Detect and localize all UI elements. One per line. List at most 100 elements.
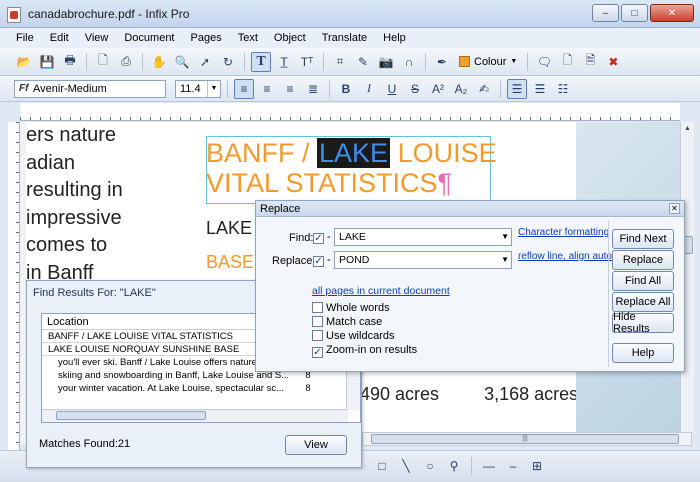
fill-icon[interactable]: ⚲ — [444, 456, 464, 476]
chevron-down-icon[interactable]: ▼ — [501, 252, 509, 268]
link-icon[interactable]: ∩ — [399, 52, 419, 72]
align-right-icon[interactable]: ≡ — [280, 79, 300, 99]
vertical-ruler — [8, 122, 20, 452]
grid-icon[interactable]: ⊞ — [527, 456, 547, 476]
menu-help[interactable]: Help — [375, 32, 414, 44]
line-style-icon[interactable]: — — [479, 456, 499, 476]
font-name-select[interactable]: Ff Avenir-Medium — [14, 79, 166, 98]
find-input[interactable]: LAKE ▼ — [334, 228, 512, 246]
zoom-icon[interactable]: 🔍 — [172, 52, 192, 72]
hide-results-button[interactable]: Hide Results — [612, 311, 674, 335]
body-text-line: impressive — [26, 206, 122, 229]
maximize-button[interactable]: □ — [621, 4, 648, 22]
scroll-thumb[interactable]: ||| — [371, 434, 679, 444]
help-button[interactable]: Help — [612, 343, 674, 363]
close-button[interactable]: ✕ — [650, 4, 694, 22]
zoom-in-checkbox[interactable]: ✓ — [312, 347, 323, 358]
colour-picker[interactable]: Colour ▼ — [455, 52, 521, 72]
paragraph-mark: ¶ — [437, 168, 453, 198]
insert-page-icon[interactable]: 🗎 — [580, 52, 600, 72]
camera-icon[interactable]: 📷 — [376, 52, 396, 72]
heading-text[interactable]: BANFF / LAKE LOUISE VITAL STATISTICS¶ — [206, 138, 497, 198]
reflow-link[interactable]: reflow line, align auto — [518, 251, 612, 262]
whole-words-checkbox[interactable] — [312, 302, 323, 313]
view-button[interactable]: View — [285, 435, 347, 455]
find-results-title: Find Results For: "LAKE" — [33, 287, 156, 299]
align-center-icon[interactable]: ≡ — [257, 79, 277, 99]
scroll-up-icon[interactable]: ▲ — [681, 122, 694, 136]
use-wildcards-checkbox[interactable] — [312, 330, 323, 341]
replace-input[interactable]: POND ▼ — [334, 251, 512, 269]
ellipse-icon[interactable]: ○ — [420, 456, 440, 476]
menu-object[interactable]: Object — [266, 32, 314, 44]
close-icon[interactable]: ✕ — [669, 203, 680, 214]
replace-button[interactable]: Replace — [612, 250, 674, 270]
align-left-icon[interactable]: ≡ — [234, 78, 254, 99]
match-case-checkbox[interactable] — [312, 316, 323, 327]
line-icon[interactable]: ╲ — [396, 456, 416, 476]
option-zoom-in[interactable]: ✓ Zoom-in on results — [312, 344, 417, 358]
dash-style-icon[interactable]: – — [503, 456, 523, 476]
menu-text[interactable]: Text — [230, 32, 266, 44]
menu-bar: File Edit View Document Pages Text Objec… — [0, 28, 700, 48]
text-column-icon[interactable]: Tᵀ — [297, 52, 317, 72]
hand-tool-icon[interactable]: ✋ — [149, 52, 169, 72]
crop-icon[interactable]: ⌗ — [330, 52, 350, 72]
menu-document[interactable]: Document — [116, 32, 182, 44]
bullets-icon[interactable]: ☷ — [553, 79, 573, 99]
find-all-button[interactable]: Find All — [612, 271, 674, 291]
option-use-wildcards[interactable]: Use wildcards — [312, 330, 394, 342]
text-flow-icon[interactable]: T̲ — [274, 52, 294, 72]
result-row[interactable]: your winter vacation. At Lake Louise, sp… — [42, 382, 348, 395]
open-icon[interactable]: 📂 — [14, 52, 34, 72]
underline-icon[interactable]: U — [382, 79, 402, 99]
minimize-button[interactable]: – — [592, 4, 619, 22]
separator — [323, 52, 324, 71]
comment-icon[interactable]: 🗨 — [534, 52, 554, 72]
export-icon[interactable]: ⎙ — [116, 52, 136, 72]
replace-checkbox[interactable]: ✓ — [313, 256, 324, 267]
character-formatting-link[interactable]: Character formatting — [518, 227, 609, 238]
separator — [471, 457, 472, 475]
scope-link[interactable]: all pages in current document — [312, 285, 450, 297]
results-horizontal-scrollbar[interactable] — [42, 409, 348, 422]
find-checkbox[interactable]: ✓ — [313, 233, 324, 244]
save-icon[interactable]: 💾 — [37, 52, 57, 72]
find-label: Find: — [289, 232, 314, 244]
scroll-thumb[interactable] — [56, 411, 206, 420]
delete-page-icon[interactable]: ✖ — [603, 52, 623, 72]
menu-pages[interactable]: Pages — [183, 32, 230, 44]
menu-file[interactable]: File — [8, 32, 42, 44]
list-icon[interactable]: ☰ — [507, 78, 527, 99]
horizontal-scrollbar[interactable]: ||| — [362, 432, 692, 446]
menu-translate[interactable]: Translate — [314, 32, 375, 44]
menu-view[interactable]: View — [77, 32, 117, 44]
bold-icon[interactable]: B — [336, 79, 356, 99]
text-tool-icon[interactable]: T — [251, 51, 271, 72]
eyedropper-icon[interactable]: ✒ — [432, 52, 452, 72]
option-whole-words[interactable]: Whole words — [312, 302, 390, 314]
find-next-button[interactable]: Find Next — [612, 229, 674, 249]
italic-icon[interactable]: I — [359, 79, 379, 99]
menu-edit[interactable]: Edit — [42, 32, 77, 44]
option-match-case[interactable]: Match case — [312, 316, 382, 328]
replace-all-button[interactable]: Replace All — [612, 292, 674, 312]
line-spacing-icon[interactable]: ☰ — [530, 79, 550, 99]
chevron-down-icon[interactable]: ▼ — [501, 229, 509, 245]
strikethrough-icon[interactable]: S — [405, 79, 425, 99]
subscript-icon[interactable]: A₂ — [451, 79, 471, 99]
add-page-icon[interactable]: 🗋 — [557, 52, 577, 72]
print-icon[interactable]: 🖶 — [60, 52, 80, 72]
matches-count: Matches Found:21 — [39, 438, 131, 450]
highlight-icon[interactable]: ✍ — [474, 79, 494, 99]
rectangle-icon[interactable]: □ — [372, 456, 392, 476]
select-arrow-icon[interactable]: ➚ — [195, 52, 215, 72]
page-icon[interactable]: 🗋 — [93, 52, 113, 72]
justify-icon[interactable]: ≣ — [303, 79, 323, 99]
stamp-icon[interactable]: ✎ — [353, 52, 373, 72]
horizontal-ruler — [20, 103, 680, 121]
font-size-select[interactable]: 11.4 ▼ — [175, 79, 221, 98]
option-label: Use wildcards — [326, 330, 395, 342]
rotate-icon[interactable]: ↻ — [218, 52, 238, 72]
superscript-icon[interactable]: A² — [428, 79, 448, 99]
